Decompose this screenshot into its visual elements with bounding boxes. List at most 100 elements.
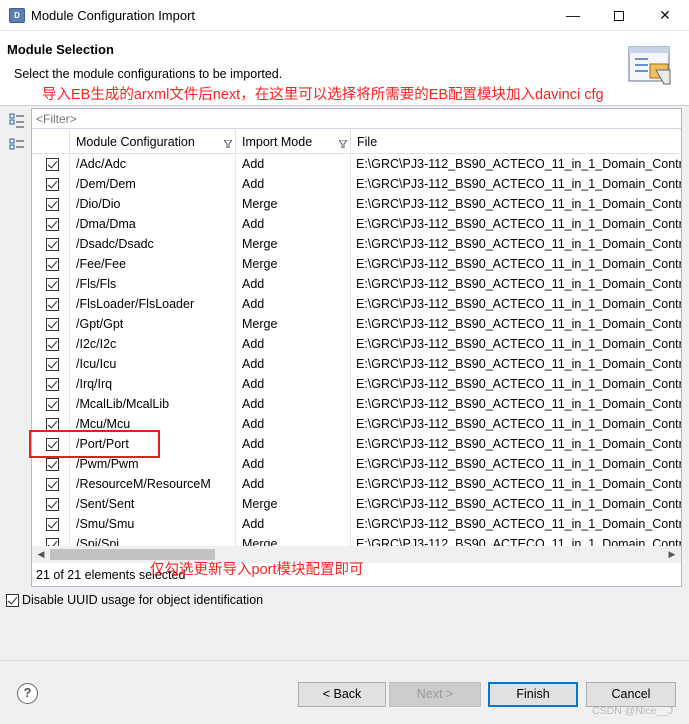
uuid-checkbox[interactable] — [6, 594, 19, 607]
table-row[interactable]: /Irq/Irq Add E:\GRC\PJ3-112_BS90_ACTECO_11… — [32, 374, 681, 394]
column-header-module[interactable]: Module Configuration — [70, 130, 236, 154]
row-checkbox[interactable] — [46, 398, 59, 411]
module-cell: /McalLib/McalLib — [70, 394, 236, 414]
module-cell: /Icu/Icu — [70, 354, 236, 374]
table-row[interactable]: /Gpt/Gpt Merge E:\GRC\PJ3-112_BS90_ACTECO_… — [32, 314, 681, 334]
import-mode-cell[interactable]: Merge — [236, 494, 351, 514]
module-cell: /Smu/Smu — [70, 514, 236, 534]
import-mode-cell[interactable]: Add — [236, 214, 351, 234]
scroll-left-icon[interactable]: ◀ — [34, 546, 48, 563]
row-checkbox[interactable] — [46, 158, 59, 171]
table-row[interactable]: /Dsadc/Dsadc Merge E:\GRC\PJ3-112_BS90_ACT… — [32, 234, 681, 254]
row-checkbox[interactable] — [46, 238, 59, 251]
minimize-button[interactable]: — — [550, 0, 596, 31]
row-checkbox[interactable] — [46, 418, 59, 431]
row-checkbox[interactable] — [46, 218, 59, 231]
file-cell: E:\GRC\PJ3-112_BS90_ACTECO_11_in_1_Domai… — [356, 177, 681, 191]
table-row[interactable]: /Fee/Fee Merge E:\GRC\PJ3-112_BS90_ACTECO_… — [32, 254, 681, 274]
row-checkbox[interactable] — [46, 438, 59, 451]
import-mode-cell[interactable]: Add — [236, 154, 351, 174]
table-row[interactable]: /ResourceM/ResourceM Add E:\GRC\PJ3-112_BS… — [32, 474, 681, 494]
table-row[interactable]: /Port/Port Add E:\GRC\PJ3-112_BS90_ACTECO_… — [32, 434, 681, 454]
table-body: /Adc/Adc Add E:\GRC\PJ3-112_BS90_ACTECO_11… — [32, 154, 681, 546]
column-header-file[interactable]: File — [351, 130, 681, 154]
import-mode-cell[interactable]: Add — [236, 454, 351, 474]
module-cell: /ResourceM/ResourceM — [70, 474, 236, 494]
row-select-cell — [32, 534, 70, 546]
import-mode-cell[interactable]: Add — [236, 394, 351, 414]
row-select-cell — [32, 274, 70, 294]
import-mode-cell[interactable]: Add — [236, 374, 351, 394]
uuid-label: Disable UUID usage for object identifica… — [22, 593, 264, 607]
file-cell: E:\GRC\PJ3-112_BS90_ACTECO_11_in_1_Domai… — [356, 237, 681, 251]
table-row[interactable]: /FlsLoader/FlsLoader Add E:\GRC\PJ3-112_BS… — [32, 294, 681, 314]
filter-icon[interactable] — [224, 140, 232, 148]
row-checkbox[interactable] — [46, 318, 59, 331]
row-checkbox[interactable] — [46, 198, 59, 211]
module-cell: /Fls/Fls — [70, 274, 236, 294]
row-checkbox[interactable] — [46, 498, 59, 511]
module-cell: /Port/Port — [70, 434, 236, 454]
column-header-label: File — [357, 135, 378, 149]
row-select-cell — [32, 514, 70, 534]
row-select-cell — [32, 194, 70, 214]
check-all-icon[interactable] — [8, 112, 26, 130]
table-row[interactable]: /Smu/Smu Add E:\GRC\PJ3-112_BS90_ACTECO_11… — [32, 514, 681, 534]
row-checkbox[interactable] — [46, 338, 59, 351]
table-row[interactable]: /McalLib/McalLib Add E:\GRC\PJ3-112_BS90_A… — [32, 394, 681, 414]
cancel-button[interactable]: Cancel — [586, 682, 676, 707]
import-mode-cell[interactable]: Add — [236, 294, 351, 314]
table-row[interactable]: /Dma/Dma Add E:\GRC\PJ3-112_BS90_ACTECO_11… — [32, 214, 681, 234]
table-row[interactable]: /Dio/Dio Merge E:\GRC\PJ3-112_BS90_ACTECO_… — [32, 194, 681, 214]
column-header-import-mode[interactable]: Import Mode — [236, 130, 351, 154]
row-checkbox[interactable] — [46, 298, 59, 311]
back-button[interactable]: < Back — [298, 682, 386, 707]
table-row[interactable]: /Dem/Dem Add E:\GRC\PJ3-112_BS90_ACTECO_11… — [32, 174, 681, 194]
import-mode-cell[interactable]: Add — [236, 414, 351, 434]
import-mode-cell[interactable]: Merge — [236, 194, 351, 214]
table-row[interactable]: /Pwm/Pwm Add E:\GRC\PJ3-112_BS90_ACTECO_11… — [32, 454, 681, 474]
row-checkbox[interactable] — [46, 518, 59, 531]
row-checkbox[interactable] — [46, 478, 59, 491]
import-mode-cell[interactable]: Merge — [236, 314, 351, 334]
table-row[interactable]: /Adc/Adc Add E:\GRC\PJ3-112_BS90_ACTECO_11… — [32, 154, 681, 174]
import-mode-cell[interactable]: Add — [236, 174, 351, 194]
scroll-right-icon[interactable]: ▶ — [665, 546, 679, 563]
table-row[interactable]: /Icu/Icu Add E:\GRC\PJ3-112_BS90_ACTECO_11… — [32, 354, 681, 374]
import-mode-cell[interactable]: Merge — [236, 534, 351, 546]
next-button[interactable]: Next > — [389, 682, 481, 707]
row-checkbox[interactable] — [46, 178, 59, 191]
close-button[interactable]: ✕ — [642, 0, 688, 31]
table-row[interactable]: /I2c/I2c Add E:\GRC\PJ3-112_BS90_ACTECO_11… — [32, 334, 681, 354]
file-cell: E:\GRC\PJ3-112_BS90_ACTECO_11_in_1_Domai… — [356, 217, 681, 231]
help-button[interactable]: ? — [17, 683, 38, 704]
row-checkbox[interactable] — [46, 358, 59, 371]
filter-input[interactable] — [34, 110, 674, 127]
table-row[interactable]: /Mcu/Mcu Add E:\GRC\PJ3-112_BS90_ACTECO_11… — [32, 414, 681, 434]
row-checkbox[interactable] — [46, 378, 59, 391]
import-mode-cell[interactable]: Add — [236, 334, 351, 354]
table-row[interactable]: /Fls/Fls Add E:\GRC\PJ3-112_BS90_ACTECO_11… — [32, 274, 681, 294]
import-mode-cell[interactable]: Merge — [236, 254, 351, 274]
finish-button[interactable]: Finish — [488, 682, 578, 707]
row-checkbox[interactable] — [46, 458, 59, 471]
import-mode-cell[interactable]: Add — [236, 274, 351, 294]
import-mode-cell[interactable]: Add — [236, 434, 351, 454]
filter-icon[interactable] — [339, 140, 347, 148]
footer-separator — [0, 660, 689, 661]
maximize-button[interactable] — [596, 0, 642, 31]
file-cell: E:\GRC\PJ3-112_BS90_ACTECO_11_in_1_Domai… — [356, 377, 681, 391]
row-checkbox[interactable] — [46, 538, 59, 546]
table-row[interactable]: /Spi/Spi Merge E:\GRC\PJ3-112_BS90_ACTECO_… — [32, 534, 681, 546]
uncheck-all-icon[interactable] — [8, 137, 26, 155]
import-mode-cell[interactable]: Merge — [236, 234, 351, 254]
import-mode-cell[interactable]: Add — [236, 354, 351, 374]
row-select-cell — [32, 374, 70, 394]
import-mode-cell[interactable]: Add — [236, 514, 351, 534]
import-mode-cell[interactable]: Add — [236, 474, 351, 494]
module-cell: /Adc/Adc — [70, 154, 236, 174]
row-checkbox[interactable] — [46, 258, 59, 271]
row-checkbox[interactable] — [46, 278, 59, 291]
file-cell: E:\GRC\PJ3-112_BS90_ACTECO_11_in_1_Domai… — [356, 277, 681, 291]
table-row[interactable]: /Sent/Sent Merge E:\GRC\PJ3-112_BS90_ACTEC… — [32, 494, 681, 514]
